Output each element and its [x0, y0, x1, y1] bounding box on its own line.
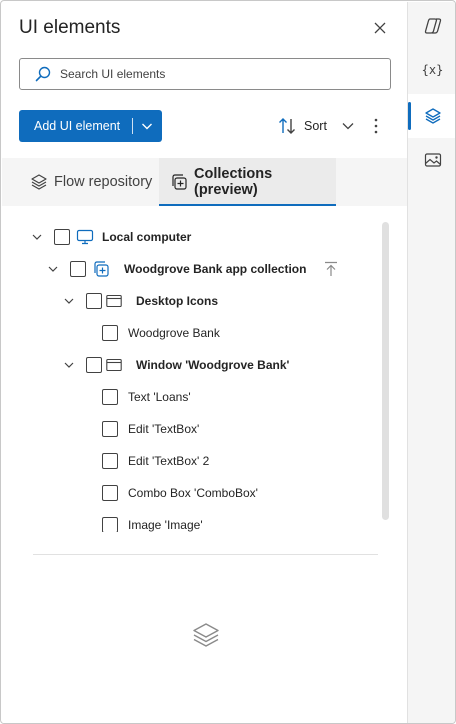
expand-toggle[interactable] — [29, 229, 45, 245]
active-rail-indicator — [408, 102, 411, 130]
section-divider — [33, 554, 378, 555]
ui-elements-tree: Local computer Woodgrove Bank app collec… — [2, 220, 382, 532]
checkbox[interactable] — [102, 517, 118, 532]
copilot-icon — [424, 18, 441, 34]
ui-elements-panel: UI elements Add UI element Sort — [2, 2, 407, 723]
add-ui-element-button[interactable]: Add UI element — [19, 110, 162, 142]
active-tab-indicator — [159, 204, 336, 206]
layers-icon — [191, 620, 221, 650]
panel-title: UI elements — [19, 17, 121, 38]
layers-icon — [30, 173, 48, 191]
images-icon — [424, 153, 441, 167]
tree-item-label: Combo Box 'ComboBox' — [128, 486, 258, 500]
tree-item-woodgrove-collection[interactable]: Woodgrove Bank app collection — [45, 257, 306, 281]
sort-label: Sort — [304, 119, 327, 133]
sort-button[interactable]: Sort — [278, 114, 355, 138]
expand-toggle[interactable] — [61, 357, 77, 373]
checkbox[interactable] — [102, 389, 118, 405]
sort-arrows-icon — [279, 118, 295, 134]
checkbox[interactable] — [70, 261, 86, 277]
sort-chevron — [341, 119, 355, 133]
checkbox[interactable] — [102, 421, 118, 437]
ui-elements-window: UI elements Add UI element Sort — [0, 0, 456, 724]
search-input[interactable] — [60, 67, 360, 81]
checkbox[interactable] — [102, 325, 118, 341]
tab-flow-repository-label: Flow repository — [54, 174, 153, 190]
tree-item-label: Text 'Loans' — [128, 390, 191, 404]
chevron-down-icon — [64, 362, 74, 368]
window-icon — [106, 294, 122, 308]
side-rail: {x} — [407, 2, 455, 723]
tree-item-edit-textbox[interactable]: Edit 'TextBox' — [102, 417, 199, 441]
tree-item-label: Image 'Image' — [128, 518, 203, 532]
collection-icon — [92, 260, 110, 278]
tab-bar: Flow repository Collections (preview) — [2, 158, 407, 206]
monitor-icon — [76, 229, 94, 245]
tree-item-local-computer[interactable]: Local computer — [29, 225, 191, 249]
chevron-down-icon — [32, 234, 42, 240]
variables-icon: {x} — [421, 63, 444, 77]
tree-item-label: Desktop Icons — [136, 294, 219, 308]
collection-icon — [170, 173, 188, 191]
move-to-top-button[interactable] — [322, 260, 340, 278]
rail-ui-elements-button[interactable] — [408, 94, 455, 138]
close-button[interactable] — [370, 18, 390, 38]
tree-item-label: Woodgrove Bank — [128, 326, 220, 340]
checkbox[interactable] — [102, 485, 118, 501]
rail-copilot-button[interactable] — [408, 4, 455, 48]
add-ui-element-dropdown[interactable] — [133, 110, 161, 142]
tree-item-image[interactable]: Image 'Image' — [102, 513, 203, 532]
tree-item-desktop-icons[interactable]: Desktop Icons — [61, 289, 218, 313]
tab-flow-repository[interactable]: Flow repository — [30, 158, 152, 206]
tree-item-label: Woodgrove Bank app collection — [124, 262, 307, 276]
button-separator — [132, 118, 133, 134]
tree-item-label: Window 'Woodgrove Bank' — [136, 358, 290, 372]
expand-toggle[interactable] — [45, 261, 61, 277]
more-vertical-icon — [374, 118, 378, 134]
chevron-down-icon — [48, 266, 58, 272]
arrow-up-to-line-icon — [325, 261, 337, 276]
chevron-down-icon — [142, 123, 152, 130]
add-ui-element-label: Add UI element — [34, 119, 121, 133]
tab-collections-label: Collections (preview) — [194, 166, 273, 198]
tree-item-edit-textbox-2[interactable]: Edit 'TextBox' 2 — [102, 449, 209, 473]
rail-images-button[interactable] — [408, 138, 455, 182]
search-box[interactable] — [19, 58, 391, 90]
close-icon — [374, 22, 386, 34]
tree-item-combo-box[interactable]: Combo Box 'ComboBox' — [102, 481, 258, 505]
chevron-down-icon — [64, 298, 74, 304]
tab-collections[interactable]: Collections (preview) — [159, 158, 336, 206]
tree-item-text-loans[interactable]: Text 'Loans' — [102, 385, 191, 409]
more-options-button[interactable] — [366, 114, 386, 138]
tree-item-label: Edit 'TextBox' — [128, 422, 200, 436]
rail-variables-button[interactable]: {x} — [408, 48, 455, 92]
checkbox[interactable] — [86, 293, 102, 309]
tree-item-label: Local computer — [102, 230, 192, 244]
chevron-down-icon — [342, 123, 354, 130]
search-icon — [34, 65, 52, 83]
checkbox[interactable] — [102, 453, 118, 469]
tree-item-label: Edit 'TextBox' 2 — [128, 454, 210, 468]
tree-item-window-woodgrove-bank[interactable]: Window 'Woodgrove Bank' — [61, 353, 289, 377]
layers-icon — [424, 108, 441, 124]
window-icon — [106, 358, 122, 372]
tree-scrollbar[interactable] — [382, 222, 389, 520]
checkbox[interactable] — [86, 357, 102, 373]
expand-toggle[interactable] — [61, 293, 77, 309]
tree-item-woodgrove-bank[interactable]: Woodgrove Bank — [102, 321, 220, 345]
checkbox[interactable] — [54, 229, 70, 245]
